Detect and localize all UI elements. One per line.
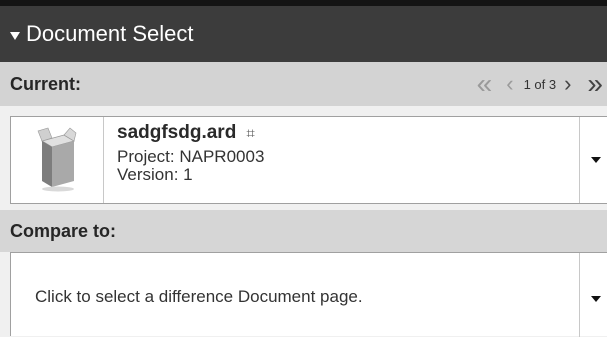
document-name-row: sadgfsdg.ard ⌗: [117, 122, 255, 144]
compare-placeholder[interactable]: Click to select a difference Document pa…: [35, 287, 363, 307]
caret-down-icon[interactable]: [591, 296, 601, 302]
prev-page-icon[interactable]: ‹: [506, 73, 513, 95]
panel-title: Document Select: [26, 21, 194, 46]
document-version: Version: 1: [117, 165, 193, 184]
next-page-icon[interactable]: ›: [564, 73, 571, 95]
current-document-selector[interactable]: sadgfsdg.ard ⌗ Project: NAPR0003 Version…: [10, 116, 607, 204]
current-section-label: Current: « ‹ 1 of 3 › »: [0, 62, 607, 106]
triangle-down-icon[interactable]: [10, 31, 20, 40]
box-thumbnail-icon: [11, 117, 104, 203]
last-page-icon[interactable]: »: [587, 70, 603, 98]
page-count: 1 of 3: [523, 76, 557, 92]
document-project: Project: NAPR0003: [117, 147, 265, 166]
dropdown-divider: [579, 117, 580, 203]
compare-label: Compare to:: [10, 220, 117, 241]
compare-document-selector[interactable]: Click to select a difference Document pa…: [10, 252, 607, 337]
dropdown-divider: [579, 253, 580, 337]
grid-icon: ⌗: [246, 124, 255, 142]
compare-section-label: Compare to:: [0, 210, 607, 252]
first-page-icon[interactable]: «: [477, 70, 493, 98]
current-label: Current:: [10, 73, 81, 94]
document-select-header[interactable]: Document Select: [0, 0, 607, 62]
document-name: sadgfsdg.ard: [117, 122, 237, 143]
caret-down-icon[interactable]: [591, 157, 601, 163]
document-pager: « ‹ 1 of 3 › »: [477, 62, 607, 106]
